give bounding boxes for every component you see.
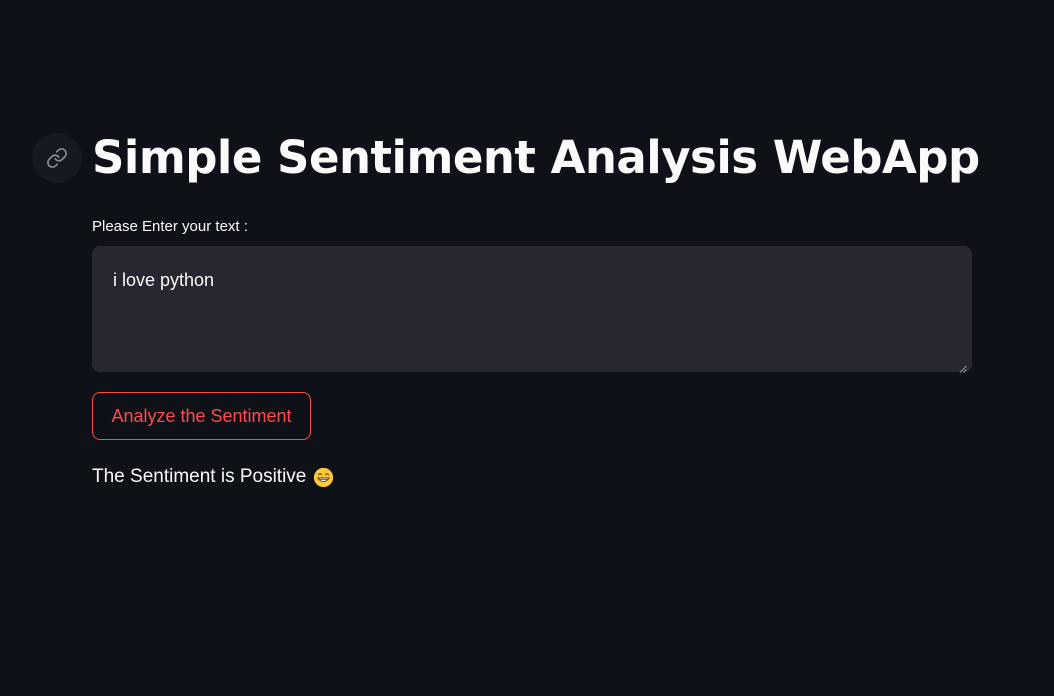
sentiment-result: The Sentiment is Positive <box>92 464 334 490</box>
resize-handle-icon[interactable] <box>959 360 967 373</box>
sentiment-text-input[interactable] <box>92 246 972 372</box>
app-page: Simple Sentiment Analysis WebApp Please … <box>0 0 1054 696</box>
analyze-sentiment-button[interactable]: Analyze the Sentiment <box>92 392 311 440</box>
heading-anchor-link[interactable] <box>32 133 82 183</box>
sentiment-result-text: The Sentiment is Positive <box>92 466 307 487</box>
grinning-face-emoji-icon <box>313 467 334 488</box>
link-icon <box>46 147 68 169</box>
text-input-label: Please Enter your text : <box>92 218 248 235</box>
page-title: Simple Sentiment Analysis WebApp <box>92 131 980 184</box>
text-area-container <box>92 246 972 373</box>
